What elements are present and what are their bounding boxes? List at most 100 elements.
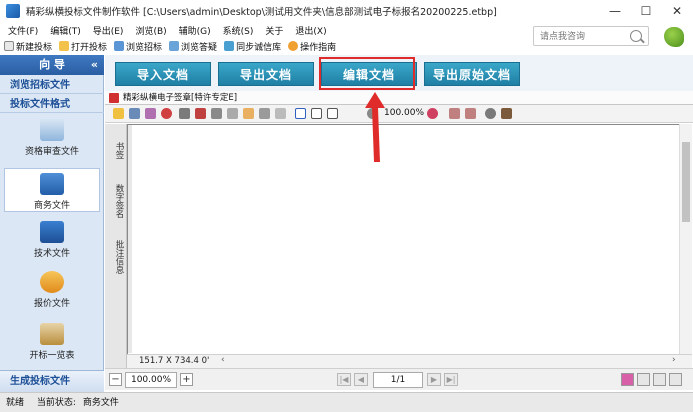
- next-page-button[interactable]: ▶: [427, 373, 441, 386]
- facing-view-icon[interactable]: [653, 373, 666, 386]
- page-indicator[interactable]: 1/1: [373, 372, 423, 388]
- zoom-in-icon[interactable]: [427, 108, 438, 119]
- generate-bid-button[interactable]: 生成投标文件: [0, 370, 104, 392]
- folder-icon: [59, 41, 70, 51]
- single-page-view-icon[interactable]: [621, 373, 634, 386]
- minimize-button[interactable]: —: [600, 0, 630, 22]
- copy-icon[interactable]: [145, 108, 156, 119]
- sidebar-item-business[interactable]: 商务文件: [4, 168, 100, 212]
- tab-annotations[interactable]: 批注信息: [107, 232, 125, 282]
- continuous-view-icon[interactable]: [637, 373, 650, 386]
- cursor-coordinates: 151.7 X 734.4 0': [139, 356, 210, 366]
- sync-icon: [224, 41, 235, 51]
- quick-toolbar: 新建投标 打开投标 浏览招标 浏览答疑 同步诚信库 操作指南: [0, 38, 520, 54]
- status-bar: 就绪 当前状态: 商务文件: [0, 392, 693, 412]
- scroll-right-icon[interactable]: ›: [672, 355, 676, 365]
- snapshot-icon[interactable]: [275, 108, 286, 119]
- status-ready: 就绪: [6, 398, 25, 408]
- sidebar-item-opening-list[interactable]: 开标一览表: [4, 323, 100, 365]
- fit-height-icon[interactable]: [311, 108, 322, 119]
- new-bid-button[interactable]: 新建投标: [4, 40, 52, 53]
- sidebar-item-quote[interactable]: 报价文件: [4, 271, 100, 313]
- collapse-sidebar-button[interactable]: «: [91, 55, 98, 75]
- scroll-thumb[interactable]: [682, 142, 690, 222]
- menu-browse[interactable]: 浏览(B): [135, 24, 166, 37]
- browse-tender-button[interactable]: 浏览招标: [114, 40, 162, 53]
- brand-leaf-icon: [664, 27, 684, 47]
- menu-edit[interactable]: 编辑(T): [50, 24, 81, 37]
- zoom-in-button[interactable]: +: [180, 373, 193, 386]
- document-icon: [114, 41, 125, 51]
- navigation-bar: − 100.00% + |◀ ◀ 1/1 ▶ ▶|: [105, 368, 693, 390]
- export-pdf-icon[interactable]: [195, 108, 206, 119]
- export-document-button[interactable]: 导出文档: [218, 62, 314, 86]
- save-icon[interactable]: [129, 108, 140, 119]
- document-canvas[interactable]: [127, 124, 679, 354]
- guide-button[interactable]: 操作指南: [288, 40, 336, 53]
- sync-credit-button[interactable]: 同步诚信库: [224, 40, 281, 53]
- menu-file[interactable]: 文件(F): [8, 24, 38, 37]
- sidebar-item-qualification[interactable]: 资格审查文件: [4, 119, 100, 165]
- hand-tool-icon[interactable]: [243, 108, 254, 119]
- sidebar-group-browse-tender[interactable]: 浏览招标文件: [0, 77, 104, 94]
- last-page-button[interactable]: ▶|: [444, 373, 458, 386]
- import-document-button[interactable]: 导入文档: [115, 62, 211, 86]
- prev-page-button[interactable]: ◀: [354, 373, 368, 386]
- status-label: 当前状态:: [36, 398, 76, 408]
- sidebar-group-bid-format[interactable]: 投标文件格式: [0, 96, 104, 113]
- rotate-right-icon[interactable]: [465, 108, 476, 119]
- export-original-button[interactable]: 导出原始文档: [424, 62, 520, 86]
- browse-qa-button[interactable]: 浏览答疑: [169, 40, 217, 53]
- search-input[interactable]: [534, 27, 614, 45]
- title-bar: 精彩纵横投标文件制作软件 [C:\Users\admin\Desktop\测试用…: [0, 0, 693, 22]
- search-doc-icon[interactable]: [211, 108, 222, 119]
- quote-icon: [40, 271, 64, 293]
- rotate-left-icon[interactable]: [449, 108, 460, 119]
- print-icon[interactable]: [179, 108, 190, 119]
- tab-digital-signature[interactable]: 数字签名: [107, 176, 125, 226]
- document-title: 精彩纵横电子签章[特许专定E]: [123, 93, 238, 103]
- zoom-field[interactable]: 100.00%: [125, 372, 177, 388]
- business-icon: [40, 173, 64, 195]
- menu-exit[interactable]: 退出(X): [295, 24, 326, 37]
- close-button[interactable]: ✕: [662, 0, 692, 22]
- close-doc-icon[interactable]: [161, 108, 172, 119]
- tools-icon[interactable]: [501, 108, 512, 119]
- page-shadow: [128, 125, 132, 353]
- menu-assist[interactable]: 辅助(G): [179, 24, 211, 37]
- fit-page-icon[interactable]: [295, 108, 306, 119]
- first-page-button[interactable]: |◀: [337, 373, 351, 386]
- find-icon[interactable]: [227, 108, 238, 119]
- maximize-button[interactable]: ☐: [631, 0, 661, 22]
- zoom-level[interactable]: 100.00%: [384, 108, 424, 118]
- signature-icon: [109, 93, 119, 103]
- open-bid-button[interactable]: 打开投标: [59, 40, 107, 53]
- qualification-icon: [40, 119, 64, 141]
- pointer-arrow-icon: [365, 92, 385, 162]
- search-box[interactable]: [533, 26, 649, 46]
- menu-about[interactable]: 关于: [265, 24, 283, 37]
- magnifier-icon[interactable]: [485, 108, 496, 119]
- new-file-icon: [4, 41, 14, 51]
- open-icon[interactable]: [113, 108, 124, 119]
- app-logo-icon: [6, 4, 20, 18]
- wizard-sidebar: 向 导 « 浏览招标文件 投标文件格式 资格审查文件 商务文件 技术文件 报价文…: [0, 55, 104, 392]
- highlight-box: [319, 57, 415, 90]
- side-tabs: 书签 数字签名 批注信息: [105, 124, 127, 368]
- technical-icon: [40, 221, 64, 243]
- scroll-left-icon[interactable]: ‹: [221, 355, 225, 365]
- sidebar-item-technical[interactable]: 技术文件: [4, 221, 100, 263]
- horizontal-scrollbar[interactable]: 151.7 X 734.4 0' ‹ ›: [127, 354, 692, 368]
- window-title: 精彩纵横投标文件制作软件 [C:\Users\admin\Desktop\测试用…: [26, 7, 497, 18]
- fit-width-icon[interactable]: [327, 108, 338, 119]
- menu-export[interactable]: 导出(E): [93, 24, 124, 37]
- zoom-out-button[interactable]: −: [109, 373, 122, 386]
- vertical-scrollbar[interactable]: [679, 124, 692, 354]
- grid-view-icon[interactable]: [669, 373, 682, 386]
- search-icon[interactable]: [630, 30, 642, 42]
- document-title-bar: 精彩纵横电子签章[特许专定E]: [105, 91, 693, 105]
- menu-system[interactable]: 系统(S): [223, 24, 254, 37]
- select-tool-icon[interactable]: [259, 108, 270, 119]
- sidebar-header: 向 导 «: [0, 55, 104, 75]
- tab-bookmarks[interactable]: 书签: [107, 132, 125, 168]
